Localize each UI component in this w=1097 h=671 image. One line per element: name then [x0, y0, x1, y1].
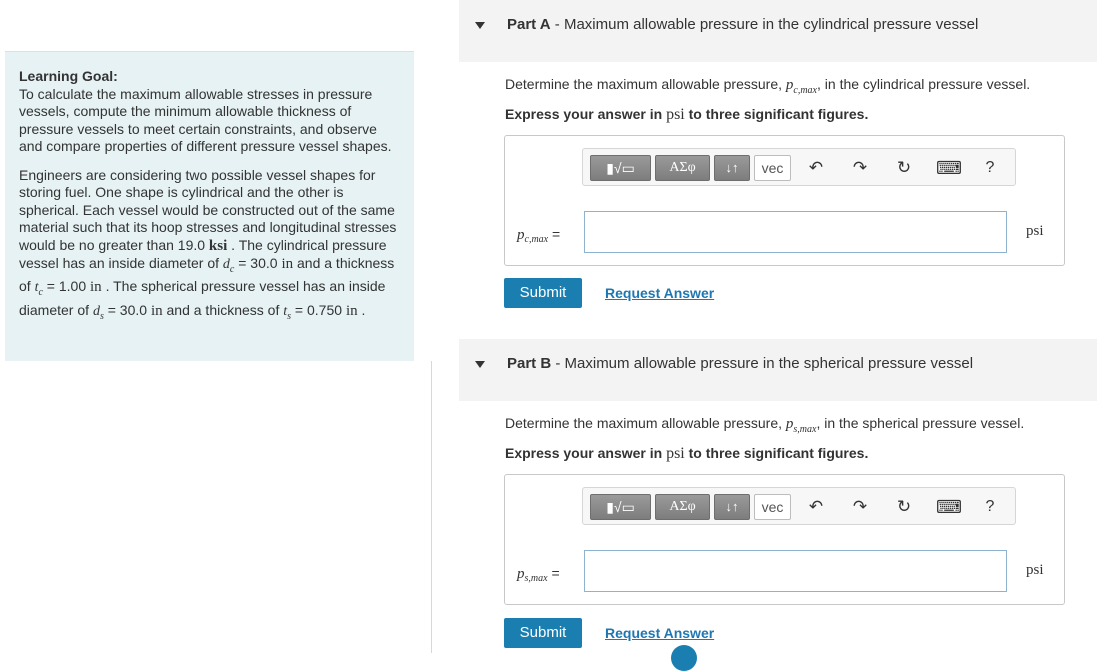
part-b-label: Part B: [507, 355, 552, 372]
part-b-title: Part B - Maximum allowable pressure in t…: [507, 355, 973, 372]
part-b-answer-input[interactable]: [584, 550, 1007, 592]
templates-button[interactable]: ▮√▭: [590, 494, 651, 520]
question-text: , in the spherical pressure vessel.: [816, 415, 1025, 431]
instruction-unit: psi: [666, 106, 685, 123]
unit-in: in: [281, 256, 294, 272]
part-b-unit: psi: [1026, 562, 1044, 578]
var-p: p: [517, 227, 525, 243]
math-toolbar: ▮√▭ ΑΣφ ↓↑ vec ↶ ↷ ↻ ⌨ ?: [582, 148, 1016, 186]
help-icon[interactable]: ?: [980, 497, 1000, 517]
vector-button[interactable]: vec: [754, 494, 791, 520]
learning-goal-text: To calculate the maximum allowable stres…: [19, 85, 392, 155]
collapse-caret-icon[interactable]: [475, 22, 485, 29]
redo-icon[interactable]: ↷: [850, 497, 870, 517]
question-text: Determine the maximum allowable pressure…: [505, 415, 786, 431]
unit-ksi: ksi: [208, 237, 228, 254]
var-subscript: s,max: [793, 423, 817, 435]
part-a-unit: psi: [1026, 223, 1044, 239]
var-subscript: c,max: [793, 84, 817, 96]
var-d: d: [222, 257, 230, 272]
part-a-answer-input[interactable]: [584, 211, 1007, 253]
part-a-question: Determine the maximum allowable pressure…: [505, 76, 1030, 96]
learning-goal-title: Learning Goal:: [19, 68, 118, 84]
part-b-instruction: Express your answer in psi to three sign…: [505, 445, 868, 463]
value-ts: = 0.750: [291, 301, 346, 318]
part-b-request-answer-link[interactable]: Request Answer: [605, 625, 714, 641]
question-text: , in the cylindrical pressure vessel.: [817, 76, 1031, 92]
unit-in: in: [90, 279, 102, 296]
part-b-variable-label: ps,max =: [517, 565, 560, 584]
instruction-text: Express your answer in: [505, 445, 667, 461]
var-p: p: [517, 566, 525, 582]
value-tc: = 1.00: [42, 278, 91, 295]
subscript-superscript-button[interactable]: ↓↑: [714, 494, 750, 520]
undo-icon[interactable]: ↶: [806, 158, 826, 178]
question-text: Determine the maximum allowable pressure…: [505, 76, 786, 92]
scenario-text: and a thickness of: [162, 301, 284, 318]
scenario-text: .: [357, 301, 366, 318]
greek-symbols-button[interactable]: ΑΣφ: [655, 494, 710, 520]
instruction-unit: psi: [666, 445, 685, 462]
part-b-header[interactable]: Part B - Maximum allowable pressure in t…: [459, 339, 1097, 401]
unit-in: in: [345, 302, 358, 319]
reset-icon[interactable]: ↻: [894, 158, 914, 178]
redo-icon[interactable]: ↷: [850, 158, 870, 178]
equals-sign: =: [548, 226, 561, 242]
var-subscript: c,max: [524, 234, 549, 245]
part-b-submit-button[interactable]: Submit: [504, 618, 582, 648]
part-a-label: Part A: [507, 16, 551, 33]
keyboard-icon[interactable]: ⌨: [936, 497, 962, 517]
learning-goal-panel: Learning Goal: To calculate the maximum …: [5, 51, 414, 361]
subscript-superscript-button[interactable]: ↓↑: [714, 155, 750, 181]
part-b-title-text: - Maximum allowable pressure in the sphe…: [551, 355, 974, 372]
help-icon[interactable]: ?: [980, 158, 1000, 178]
problem-statement: Engineers are considering two possible v…: [19, 167, 400, 325]
part-a-title-text: - Maximum allowable pressure in the cyli…: [550, 16, 979, 33]
equals-sign: =: [547, 565, 560, 581]
reset-icon[interactable]: ↻: [894, 497, 914, 517]
part-a-header[interactable]: Part A - Maximum allowable pressure in t…: [459, 0, 1097, 62]
collapse-caret-icon[interactable]: [475, 361, 485, 368]
greek-symbols-button[interactable]: ΑΣφ: [655, 155, 710, 181]
value-ds: = 30.0: [103, 301, 151, 318]
templates-button[interactable]: ▮√▭: [590, 155, 651, 181]
keyboard-icon[interactable]: ⌨: [936, 158, 962, 178]
math-toolbar: ▮√▭ ΑΣφ ↓↑ vec ↶ ↷ ↻ ⌨ ?: [582, 487, 1016, 525]
part-a-request-answer-link[interactable]: Request Answer: [605, 285, 714, 301]
column-divider: [431, 361, 432, 653]
vector-button[interactable]: vec: [754, 155, 791, 181]
part-b-answer-box: ▮√▭ ΑΣφ ↓↑ vec ↶ ↷ ↻ ⌨ ? ps,max = psi: [504, 474, 1065, 605]
instruction-text: to three significant figures.: [684, 445, 869, 461]
var-subscript: s,max: [524, 573, 548, 584]
unit-in: in: [150, 302, 163, 319]
instruction-text: Express your answer in: [505, 106, 667, 122]
part-a-variable-label: pc,max =: [517, 226, 560, 245]
value-dc: = 30.0: [234, 255, 282, 271]
instruction-text: to three significant figures.: [684, 106, 869, 122]
feedback-badge[interactable]: [671, 645, 697, 671]
part-a-instruction: Express your answer in psi to three sign…: [505, 106, 868, 124]
part-a-answer-box: ▮√▭ ΑΣφ ↓↑ vec ↶ ↷ ↻ ⌨ ? pc,max = psi: [504, 135, 1065, 266]
part-a-submit-button[interactable]: Submit: [504, 278, 582, 308]
undo-icon[interactable]: ↶: [806, 497, 826, 517]
var-d: d: [92, 303, 100, 319]
part-b-question: Determine the maximum allowable pressure…: [505, 415, 1024, 435]
part-a-title: Part A - Maximum allowable pressure in t…: [507, 16, 978, 33]
